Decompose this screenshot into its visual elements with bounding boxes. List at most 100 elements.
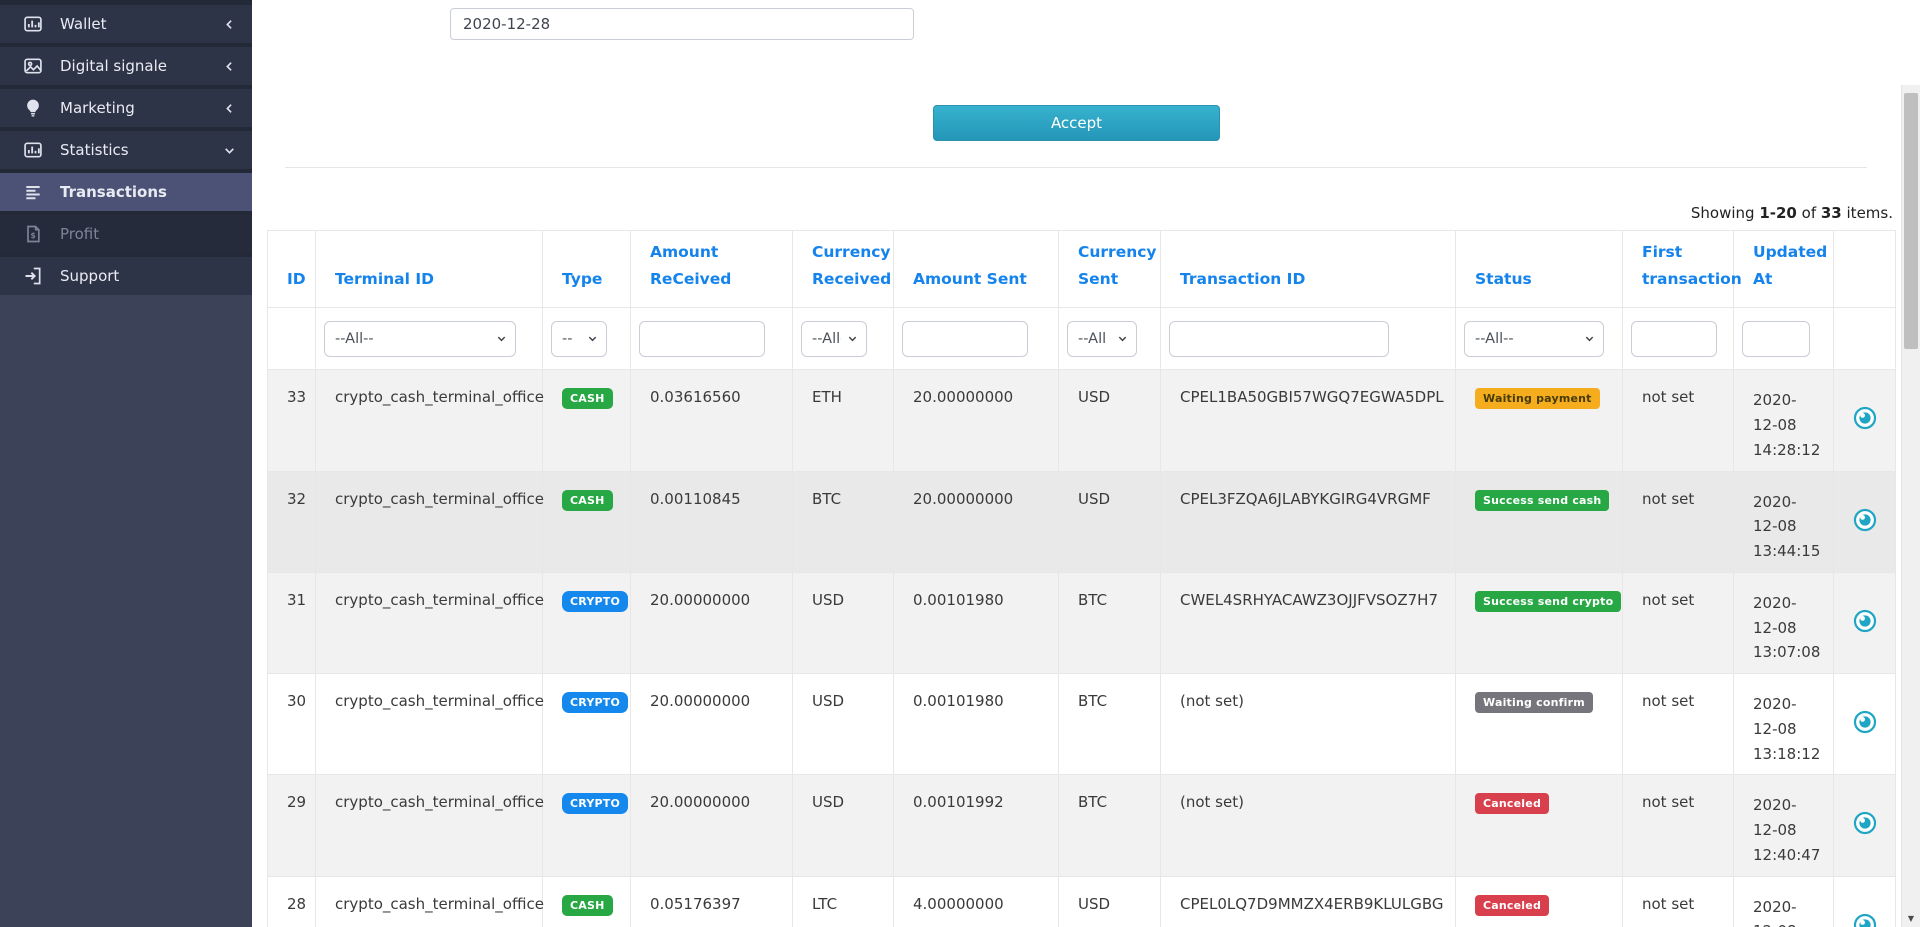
image-icon (22, 55, 44, 77)
cell-currency-received: LTC (793, 876, 894, 927)
sidebar-item-label: Transactions (60, 183, 252, 201)
col-header-type[interactable]: Type (543, 231, 631, 308)
view-button[interactable] (1853, 609, 1877, 633)
cell-amount-sent: 20.00000000 (894, 471, 1059, 572)
filter-transaction-id-input[interactable] (1169, 321, 1389, 357)
view-button[interactable] (1853, 710, 1877, 734)
cell-terminal-id: crypto_cash_terminal_office (316, 471, 543, 572)
cell-id: 33 (268, 370, 316, 471)
col-header-id[interactable]: ID (268, 231, 316, 308)
filter-type-value: -- (562, 331, 572, 347)
sidebar-item-transactions[interactable]: Transactions (0, 173, 252, 211)
status-badge: Waiting confirm (1475, 692, 1593, 713)
list-icon (22, 181, 44, 203)
receipt-icon: $ (22, 223, 44, 245)
cell-updated-at: 2020-12-08 13:18:12 (1734, 674, 1834, 775)
filter-currency-received-select[interactable]: --All-- (801, 321, 867, 357)
summary-text: items. (1842, 204, 1893, 222)
filter-actions-cell (1834, 308, 1896, 370)
sidebar-item-profit[interactable]: $ Profit (0, 215, 252, 253)
filter-first-transaction-input[interactable] (1631, 321, 1717, 357)
cell-transaction-id: CPEL0LQ7D9MMZX4ERB9KLULGBG (1161, 876, 1456, 927)
filter-updated-at-input[interactable] (1742, 321, 1810, 357)
cell-amount-received: 0.05176397 (631, 876, 793, 927)
view-button[interactable] (1853, 811, 1877, 835)
cell-status: Waiting payment (1456, 370, 1623, 471)
cell-type: CRYPTO (543, 775, 631, 876)
status-badge: Waiting payment (1475, 388, 1600, 409)
col-header-currency-received[interactable]: Currency Received (793, 231, 894, 308)
view-button[interactable] (1853, 913, 1877, 927)
bar-chart-icon (22, 139, 44, 161)
cell-amount-received: 0.03616560 (631, 370, 793, 471)
type-badge: CRYPTO (562, 692, 628, 713)
col-header-first-transaction[interactable]: First transaction (1623, 231, 1734, 308)
cell-currency-received: BTC (793, 471, 894, 572)
cell-type: CRYPTO (543, 674, 631, 775)
filter-row: --All-- -- --All-- (268, 308, 1896, 370)
cell-first-transaction: not set (1623, 674, 1734, 775)
cell-currency-sent: USD (1059, 471, 1161, 572)
sidebar-item-statistics[interactable]: Statistics (0, 131, 252, 169)
col-header-terminal-id[interactable]: Terminal ID (316, 231, 543, 308)
chevron-down-icon (1584, 333, 1595, 344)
chevron-down-icon (847, 333, 858, 344)
col-header-updated-at[interactable]: Updated At (1734, 231, 1834, 308)
col-header-status[interactable]: Status (1456, 231, 1623, 308)
sidebar-item-wallet[interactable]: Wallet (0, 5, 252, 43)
view-button[interactable] (1853, 508, 1877, 532)
summary-text: of (1797, 204, 1821, 222)
transactions-table: ID Terminal ID Type Amount ReCeived Curr… (267, 230, 1896, 927)
cell-terminal-id: crypto_cash_terminal_office (316, 775, 543, 876)
type-badge: CASH (562, 388, 613, 409)
filter-amount-sent-input[interactable] (902, 321, 1028, 357)
sidebar-item-support[interactable]: Support (0, 257, 252, 295)
col-header-transaction-id[interactable]: Transaction ID (1161, 231, 1456, 308)
sidebar-item-digital-signale[interactable]: Digital signale (0, 47, 252, 85)
status-badge: Canceled (1475, 793, 1549, 814)
scroll-down-arrow[interactable]: ▼ (1902, 910, 1920, 927)
cell-first-transaction: not set (1623, 775, 1734, 876)
filter-status-select[interactable]: --All-- (1464, 321, 1604, 357)
cell-currency-received: USD (793, 572, 894, 673)
table-row: 29 crypto_cash_terminal_office CRYPTO 20… (268, 775, 1896, 876)
table-row: 32 crypto_cash_terminal_office CASH 0.00… (268, 471, 1896, 572)
filter-amount-received-input[interactable] (639, 321, 765, 357)
status-badge: Canceled (1475, 895, 1549, 916)
chevron-down-icon (223, 144, 236, 157)
cell-updated-at: 2020-12-08 12:40:47 (1734, 775, 1834, 876)
cell-amount-received: 20.00000000 (631, 775, 793, 876)
cell-status: Waiting confirm (1456, 674, 1623, 775)
cell-amount-received: 0.00110845 (631, 471, 793, 572)
col-header-amount-sent[interactable]: Amount Sent (894, 231, 1059, 308)
vertical-scrollbar[interactable]: ▼ (1901, 85, 1920, 927)
cell-currency-sent: BTC (1059, 572, 1161, 673)
col-header-amount-received[interactable]: Amount ReCeived (631, 231, 793, 308)
cell-transaction-id: CWEL4SRHYACAWZ3OJJFVSOZ7H7 (1161, 572, 1456, 673)
results-summary: Showing 1-20 of 33 items. (267, 168, 1895, 230)
status-badge: Success send crypto (1475, 591, 1621, 612)
cell-first-transaction: not set (1623, 471, 1734, 572)
col-header-currency-sent[interactable]: Currency Sent (1059, 231, 1161, 308)
type-badge: CASH (562, 895, 613, 916)
filter-currency-sent-select[interactable]: --All (1067, 321, 1137, 357)
accept-button[interactable]: Accept (933, 105, 1220, 141)
summary-text: Showing (1691, 204, 1759, 222)
cell-terminal-id: crypto_cash_terminal_office (316, 370, 543, 471)
chevron-down-icon (1117, 333, 1128, 344)
view-button[interactable] (1853, 406, 1877, 430)
filter-type-select[interactable]: -- (551, 321, 607, 357)
cell-actions (1834, 572, 1896, 673)
type-badge: CRYPTO (562, 591, 628, 612)
cell-actions (1834, 775, 1896, 876)
app-screen: Wallet Digital signale Marketing (0, 0, 1920, 927)
cell-actions (1834, 674, 1896, 775)
cell-terminal-id: crypto_cash_terminal_office (316, 876, 543, 927)
type-badge: CASH (562, 490, 613, 511)
date-input[interactable] (450, 8, 914, 40)
filter-terminal-select[interactable]: --All-- (324, 321, 516, 357)
cell-actions (1834, 370, 1896, 471)
cell-type: CASH (543, 370, 631, 471)
sidebar-item-marketing[interactable]: Marketing (0, 89, 252, 127)
scrollbar-thumb[interactable] (1904, 93, 1918, 349)
